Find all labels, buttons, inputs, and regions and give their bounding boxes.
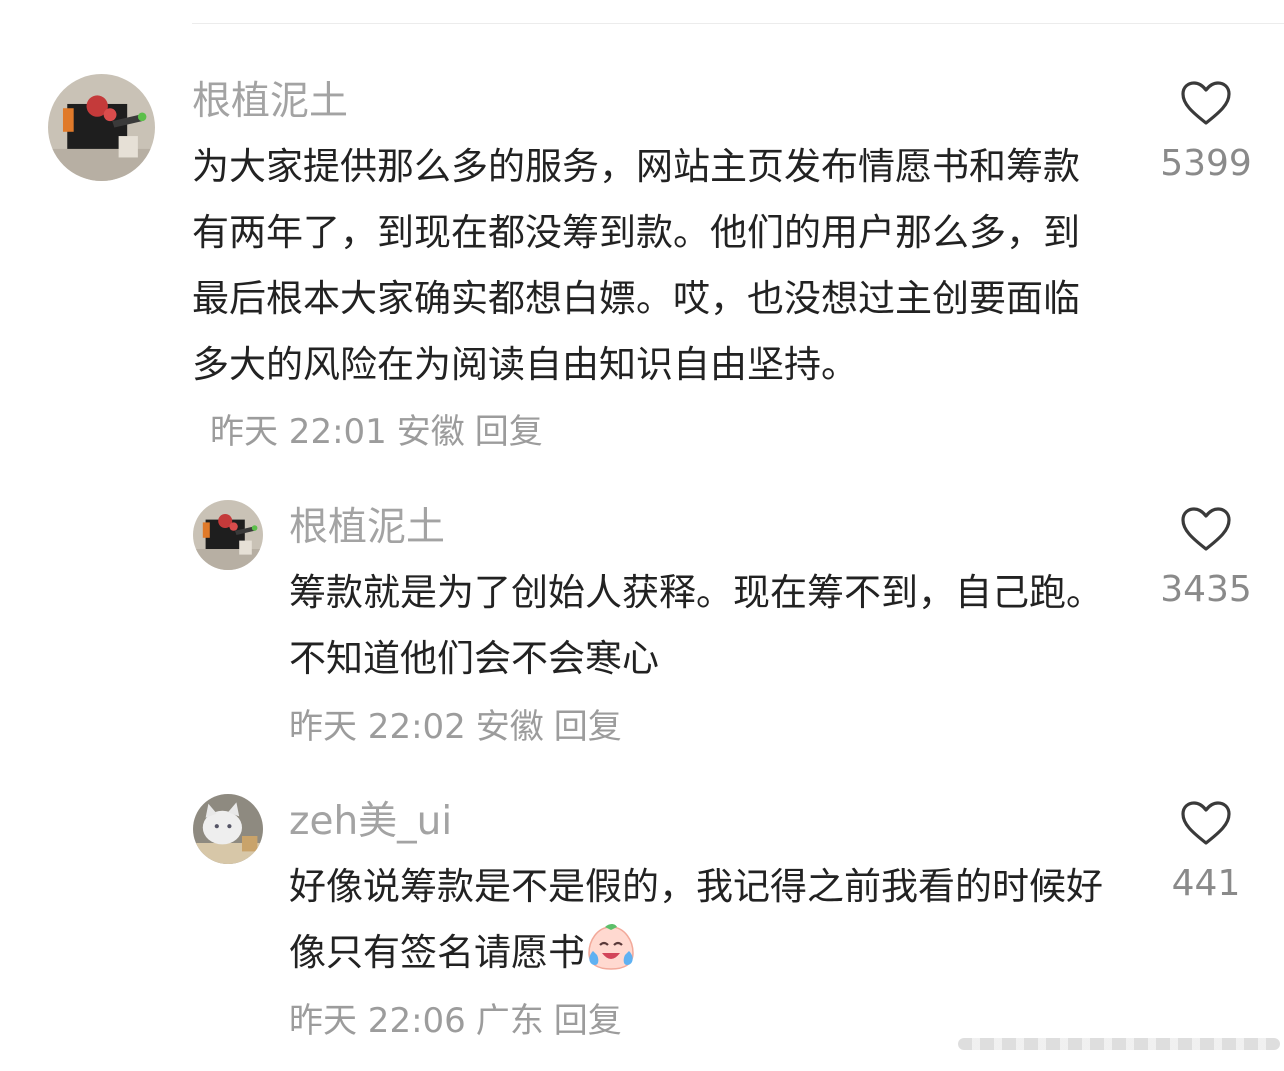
heart-icon [1181, 81, 1231, 125]
cat-avatar-icon [193, 794, 263, 864]
heart-icon [1181, 507, 1231, 551]
like-button[interactable]: 5399 [1146, 80, 1266, 186]
avatar[interactable] [193, 794, 263, 864]
username[interactable]: 根植泥土 [289, 502, 445, 554]
comment-text: 筹款就是为了创始人获释。现在筹不到，自己跑。不知道他们会不会寒心 [289, 571, 1103, 680]
crying-laughing-emoji-icon [588, 924, 634, 970]
username[interactable]: 根植泥土 [192, 76, 348, 128]
username[interactable]: zeh美_ui [289, 796, 452, 848]
heart-icon [1181, 801, 1231, 845]
reply-button[interactable]: 回复 [554, 707, 622, 747]
comment-location: 安徽 [475, 707, 544, 747]
like-button[interactable]: 441 [1146, 800, 1266, 906]
avatar-photo-icon [48, 74, 155, 181]
horizontal-scroll-indicator[interactable] [958, 1038, 1280, 1050]
reply-button[interactable]: 回复 [554, 1001, 622, 1041]
comment-time: 昨天 22:01 [210, 412, 387, 452]
comment-text: 好像说筹款是不是假的，我记得之前我看的时候好像只有签名请愿书 [289, 854, 1109, 986]
top-divider [192, 23, 1284, 24]
comment-location: 安徽 [396, 412, 465, 452]
avatar[interactable] [193, 500, 263, 570]
like-count: 441 [1171, 863, 1241, 904]
comment-meta: 昨天 22:06 广东 回复 [289, 988, 632, 1054]
like-count: 3435 [1160, 569, 1252, 610]
comment-meta: 昨天 22:02 安徽 回复 [289, 694, 632, 760]
comment-meta: 昨天 22:01 安徽 回复 [210, 412, 553, 452]
comment-time: 昨天 22:06 [289, 1001, 466, 1041]
like-button[interactable]: 3435 [1146, 506, 1266, 612]
reply-button[interactable]: 回复 [475, 412, 543, 452]
avatar-photo-icon [193, 500, 263, 570]
comment-time: 昨天 22:02 [289, 707, 466, 747]
comment-location: 广东 [475, 1001, 544, 1041]
comment-text-content: 为大家提供那么多的服务，网站主页发布情愿书和筹款有两年了，到现在都没筹到款。他们… [192, 145, 1080, 386]
comment-text-content: 好像说筹款是不是假的，我记得之前我看的时候好像只有签名请愿书 [289, 865, 1103, 974]
like-count: 5399 [1160, 143, 1252, 184]
avatar[interactable] [48, 74, 155, 181]
comment-text: 为大家提供那么多的服务，网站主页发布情愿书和筹款有两年了，到现在都没筹到款。他们… [192, 134, 1097, 465]
